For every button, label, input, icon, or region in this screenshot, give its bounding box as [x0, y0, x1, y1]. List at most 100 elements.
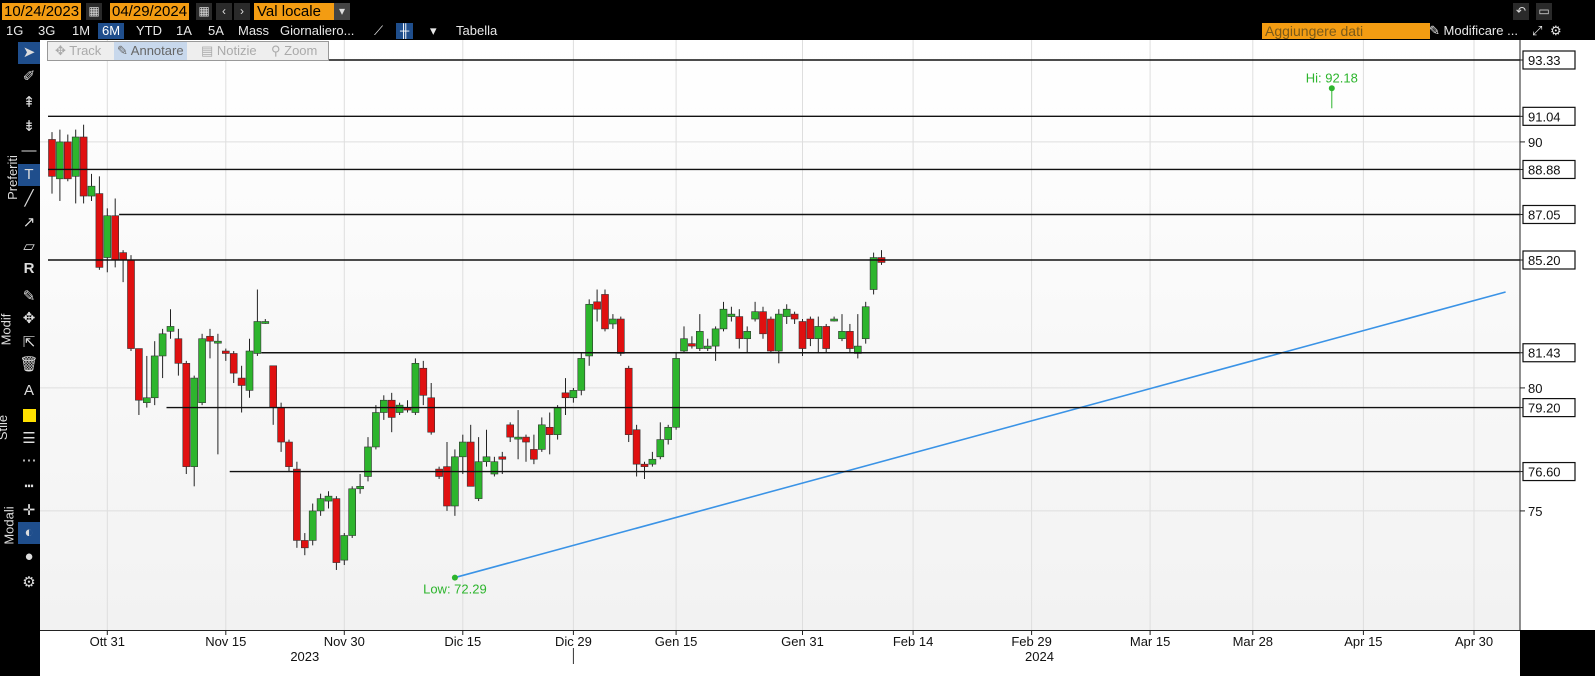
mode-zoom[interactable]: ⚲ Zoom: [268, 42, 320, 60]
candle-body: [774, 313, 783, 352]
candle-body: [577, 358, 586, 391]
y-tick-label: 81.43: [1528, 346, 1561, 361]
mode-news[interactable]: ▤ Notizie: [198, 42, 260, 60]
mode-annotate-label: Annotare: [130, 43, 184, 58]
candle-body: [253, 321, 262, 354]
candle-body: [632, 429, 641, 465]
y-tick-label: 75: [1528, 504, 1542, 519]
candle-body: [553, 407, 562, 435]
candle-body: [332, 498, 341, 563]
mode-track[interactable]: ✥ Track: [52, 42, 104, 60]
candle-body: [869, 257, 878, 290]
candle-body: [609, 318, 617, 325]
y-tick-label: 87.05: [1528, 207, 1561, 222]
x-tick-label: Feb 29: [1011, 634, 1051, 649]
candle-body: [229, 353, 238, 374]
y-tick-label: 76.60: [1528, 465, 1561, 480]
y-tick-label: 85.20: [1528, 253, 1561, 268]
x-tick-label: Feb 14: [893, 634, 933, 649]
candle-body: [190, 377, 198, 467]
x-tick-label: Dic 15: [444, 634, 481, 649]
candle-body: [672, 358, 680, 428]
candle-body: [861, 306, 870, 340]
candle-body: [119, 252, 127, 261]
hi-marker: [1328, 85, 1335, 92]
candle-body: [95, 193, 104, 268]
candle-body: [466, 441, 475, 487]
y-tick-label: 79.20: [1528, 401, 1561, 416]
candle-body: [593, 301, 601, 310]
candle-body: [419, 367, 428, 396]
candle-body: [522, 436, 530, 443]
candle-body: [111, 215, 119, 261]
candle-body: [656, 439, 665, 458]
candle-body: [767, 318, 775, 352]
candle-body: [727, 313, 736, 317]
candle-body: [71, 136, 80, 177]
trendline: [454, 291, 1506, 579]
candle-body: [214, 340, 222, 344]
y-tick-label: 90: [1528, 135, 1542, 150]
candle-body: [379, 399, 388, 413]
candle-body: [261, 321, 270, 324]
candle-body: [300, 540, 309, 549]
candle-body: [782, 308, 791, 317]
candle-body: [822, 326, 831, 349]
candle-body: [601, 294, 609, 330]
candle-body: [838, 331, 846, 340]
candle-body: [624, 367, 633, 435]
candle-body: [759, 311, 767, 335]
candle-body: [237, 377, 246, 386]
x-tick-label: Gen 31: [781, 634, 824, 649]
candle-body: [711, 328, 720, 347]
x-tick-label: Nov 30: [324, 634, 365, 649]
x-tick-label: Mar 28: [1233, 634, 1273, 649]
candle-body: [308, 510, 317, 541]
y-tick-label: 91.04: [1528, 109, 1561, 124]
candle-body: [640, 463, 649, 467]
candle-body: [814, 326, 823, 340]
candle-body: [348, 488, 357, 536]
candle-body: [506, 424, 515, 438]
year-label: 2023: [290, 649, 319, 664]
candle-body: [680, 338, 688, 352]
candle-body: [64, 141, 72, 180]
candle-body: [372, 412, 380, 448]
candle-body: [545, 426, 554, 435]
candle-body: [664, 426, 673, 440]
candle-body: [688, 343, 696, 347]
candle-body: [743, 331, 752, 340]
candle-body: [356, 486, 364, 490]
candle-body: [158, 333, 167, 357]
candle-body: [703, 345, 712, 349]
candle-body: [616, 318, 625, 354]
candle-body: [316, 498, 325, 512]
year-label: 2024: [1025, 649, 1054, 664]
candle-body: [222, 350, 230, 354]
candlestick-chart[interactable]: Hi: 92.18 Low: 72.29 93.33 91.04 90 88.88 87.0…: [0, 0, 1595, 675]
x-tick-label: Apr 30: [1455, 634, 1493, 649]
x-tick-label: Ott 31: [90, 634, 125, 649]
candle-body: [695, 331, 704, 349]
x-tick-label: Gen 15: [655, 634, 698, 649]
candle-body: [735, 316, 744, 340]
candle-body: [435, 468, 443, 477]
candle-body: [87, 185, 96, 197]
candle-body: [182, 363, 191, 467]
candle-body: [537, 424, 546, 450]
candle-body: [451, 456, 459, 507]
candle-body: [324, 495, 333, 502]
candle-body: [206, 335, 214, 342]
candle-body: [293, 468, 301, 541]
candle-body: [166, 326, 175, 332]
candle-body: [285, 441, 293, 467]
candle-body: [474, 461, 483, 499]
candle-body: [411, 363, 420, 413]
mode-annotate[interactable]: ✎ Annotare: [114, 42, 187, 60]
candle-body: [387, 399, 396, 418]
candle-body: [530, 449, 538, 460]
candle-body: [458, 441, 467, 458]
candle-body: [127, 259, 135, 349]
candle-body: [79, 136, 88, 197]
candle-body: [482, 456, 491, 463]
